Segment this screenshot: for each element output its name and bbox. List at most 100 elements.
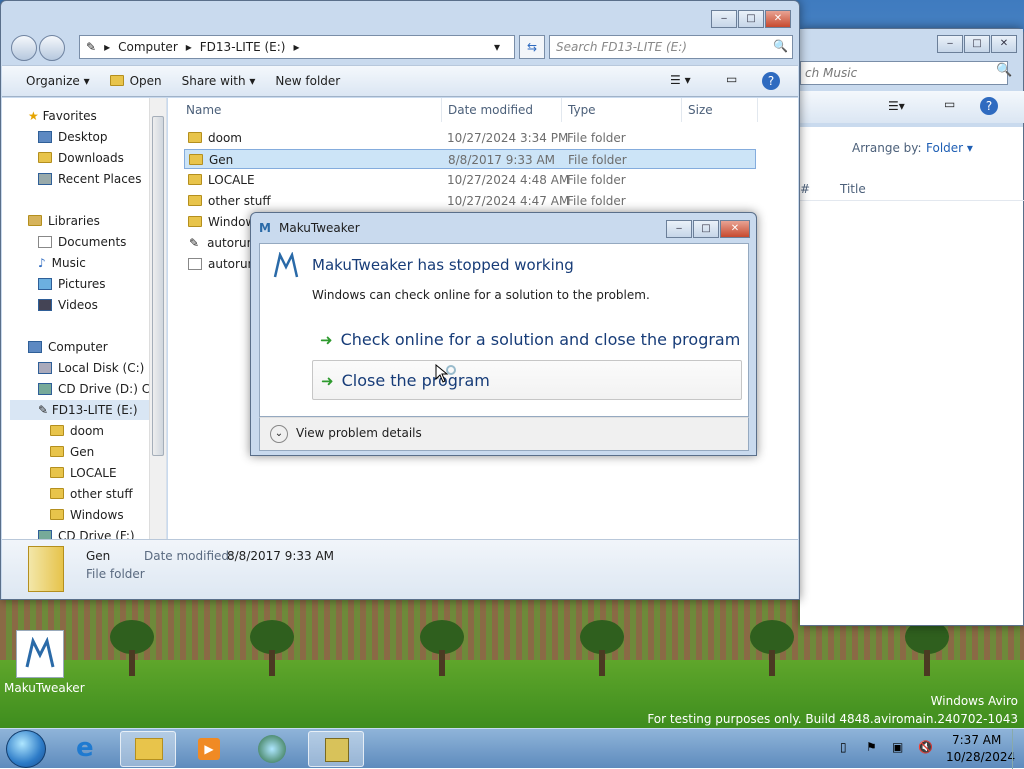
- flag-tray-icon[interactable]: ⚑: [866, 740, 877, 754]
- nav-downloads[interactable]: Downloads: [38, 148, 124, 168]
- new-folder-button[interactable]: New folder: [265, 74, 350, 88]
- col-type[interactable]: Type: [562, 98, 682, 122]
- preview-pane-icon[interactable]: ▭: [726, 72, 737, 86]
- file-date: 10/27/2024 4:48 AM: [447, 173, 570, 187]
- nav-documents[interactable]: Documents: [38, 232, 126, 252]
- nav-scrollbar[interactable]: [149, 98, 166, 539]
- minimize-button[interactable]: ‒: [937, 35, 963, 53]
- maximize-button[interactable]: □: [738, 10, 764, 28]
- details-date-value: 8/8/2017 9:33 AM: [227, 549, 335, 563]
- close-button[interactable]: ✕: [720, 220, 750, 238]
- search-icon[interactable]: 🔍: [996, 63, 1012, 78]
- usb-tray-icon[interactable]: ▯: [840, 740, 847, 754]
- nav-documents-label: Documents: [58, 235, 127, 249]
- show-desktop-button[interactable]: [1012, 729, 1024, 769]
- maximize-button[interactable]: □: [693, 220, 719, 238]
- share-with-button[interactable]: Share with ▾: [172, 74, 266, 88]
- nav-computer[interactable]: Computer: [28, 337, 108, 357]
- preview-pane-icon[interactable]: ▭: [944, 97, 955, 111]
- file-row[interactable]: doom 10/27/2024 3:34 PM File folder: [184, 128, 756, 148]
- taskbar-media-center[interactable]: [244, 731, 300, 767]
- refresh-button[interactable]: ⇆: [519, 35, 545, 59]
- close-program-button[interactable]: ➜ Close the program: [312, 360, 742, 400]
- nav-fd13[interactable]: ✎ FD13-LITE (E:): [10, 400, 150, 420]
- nav-cd-drive-f[interactable]: CD Drive (F:): [38, 526, 135, 539]
- cd-drive-icon: [38, 530, 52, 539]
- file-row[interactable]: LOCALE 10/27/2024 4:48 AM File folder: [184, 170, 756, 190]
- error-dialog[interactable]: M MakuTweaker ‒ □ ✕ MakuTweaker has stop…: [250, 212, 757, 456]
- nav-pictures[interactable]: Pictures: [38, 274, 106, 294]
- clock-time[interactable]: 7:37 AM: [952, 733, 1001, 747]
- volume-muted-icon[interactable]: 🔇: [918, 740, 933, 754]
- nav-libraries[interactable]: Libraries: [28, 211, 100, 231]
- help-icon[interactable]: ?: [980, 97, 998, 115]
- address-bar[interactable]: ✎ ▸ Computer ▸ FD13-LITE (E:) ▸ ▾: [79, 35, 515, 59]
- nav-sub-other-stuff[interactable]: other stuff: [50, 484, 133, 504]
- arrange-by-dropdown[interactable]: Folder ▾: [926, 141, 973, 155]
- nav-sub-windows[interactable]: Windows: [50, 505, 124, 525]
- nav-videos[interactable]: Videos: [38, 295, 98, 315]
- file-row[interactable]: other stuff 10/27/2024 4:47 AM File folder: [184, 191, 756, 211]
- settings-file-icon: [188, 258, 202, 270]
- col-number[interactable]: #: [800, 182, 810, 196]
- breadcrumb-computer[interactable]: Computer: [118, 40, 178, 54]
- nav-cd-drive-d[interactable]: CD Drive (D:) CCC: [38, 379, 166, 399]
- help-icon[interactable]: ?: [762, 72, 780, 90]
- nav-sub-doom[interactable]: doom: [50, 421, 104, 441]
- desktop-icon-makutweaker[interactable]: MakuTweaker: [4, 630, 85, 695]
- nav-recent-places[interactable]: Recent Places: [38, 169, 141, 189]
- open-button[interactable]: Open: [100, 74, 172, 88]
- clock-date[interactable]: 10/28/2024: [946, 750, 1015, 764]
- col-size[interactable]: Size: [682, 98, 758, 122]
- nav-sub-gen[interactable]: Gen: [50, 442, 94, 462]
- breadcrumb-drive[interactable]: FD13-LITE (E:): [200, 40, 286, 54]
- music-search-input[interactable]: ch Music: [800, 61, 1008, 85]
- nav-favorites[interactable]: ★ Favorites: [28, 106, 97, 126]
- dialog-message: Windows can check online for a solution …: [312, 288, 650, 302]
- check-online-button[interactable]: ➜ Check online for a solution and close t…: [312, 320, 742, 360]
- dialog-body: MakuTweaker has stopped working Windows …: [259, 243, 749, 417]
- breadcrumb-sep-icon[interactable]: ▸: [293, 40, 299, 54]
- nav-favorites-label: Favorites: [42, 109, 97, 123]
- taskbar-ie[interactable]: e: [62, 731, 118, 767]
- explorer-folder-icon: [135, 738, 163, 760]
- col-name[interactable]: Name: [180, 98, 442, 122]
- start-button[interactable]: [6, 730, 46, 768]
- maximize-button[interactable]: □: [964, 35, 990, 53]
- search-input[interactable]: Search FD13-LITE (E:): [549, 35, 793, 59]
- nav-sub-locale[interactable]: LOCALE: [50, 463, 117, 483]
- close-button[interactable]: ✕: [765, 10, 791, 28]
- address-dropdown-icon[interactable]: ▾: [494, 40, 500, 54]
- view-problem-details-link[interactable]: View problem details: [296, 426, 422, 440]
- taskbar-media-player[interactable]: ▶: [182, 731, 238, 767]
- nav-desktop[interactable]: Desktop: [38, 127, 108, 147]
- wallpaper-tree: [420, 620, 464, 676]
- taskbar-makutweaker[interactable]: [308, 731, 364, 767]
- organize-button[interactable]: Organize ▾: [16, 74, 100, 88]
- taskbar-explorer[interactable]: [120, 731, 176, 767]
- minimize-button[interactable]: ‒: [711, 10, 737, 28]
- minimize-button[interactable]: ‒: [666, 220, 692, 238]
- close-button[interactable]: ✕: [991, 35, 1017, 53]
- back-button[interactable]: [11, 35, 37, 61]
- search-icon[interactable]: 🔍: [773, 39, 788, 53]
- file-row-selected[interactable]: Gen 8/8/2017 9:33 AM File folder: [184, 149, 756, 169]
- view-options-icon[interactable]: ☰ ▾: [670, 73, 691, 87]
- open-label: Open: [129, 74, 162, 88]
- close-program-label: Close the program: [341, 371, 490, 390]
- scrollbar-thumb[interactable]: [152, 116, 164, 456]
- breadcrumb-sep-icon[interactable]: ▸: [186, 40, 192, 54]
- nav-music[interactable]: ♪ Music: [38, 253, 86, 273]
- nav-local-disk[interactable]: Local Disk (C:): [38, 358, 144, 378]
- col-title[interactable]: Title: [840, 182, 866, 196]
- forward-button[interactable]: [39, 35, 65, 61]
- network-tray-icon[interactable]: ▣: [892, 740, 903, 754]
- view-options-icon[interactable]: ☰▾: [888, 99, 905, 113]
- arrow-right-icon: ➜: [320, 331, 333, 349]
- col-date-modified[interactable]: Date modified: [442, 98, 562, 122]
- chevron-down-icon[interactable]: ⌄: [270, 425, 288, 443]
- music-library-window[interactable]: ‒ □ ✕ ch Music 🔍 ☰▾ ▭ ? Arrange by: Fold…: [800, 28, 1024, 626]
- breadcrumb-sep-icon[interactable]: ▸: [104, 40, 110, 54]
- file-type: File folder: [567, 194, 626, 208]
- nav-pictures-label: Pictures: [58, 277, 106, 291]
